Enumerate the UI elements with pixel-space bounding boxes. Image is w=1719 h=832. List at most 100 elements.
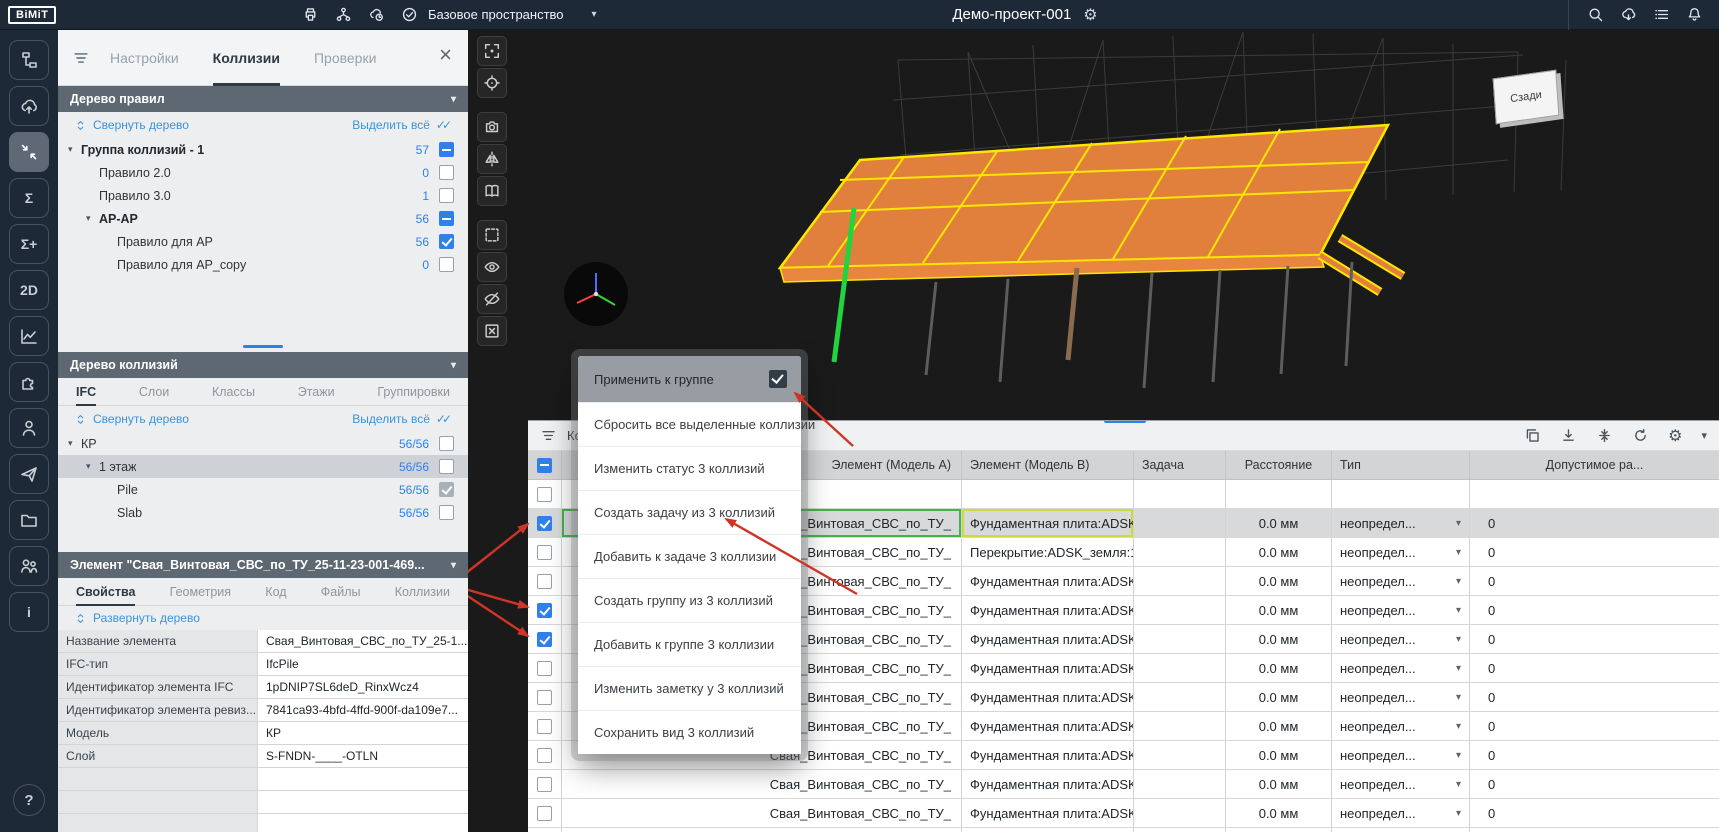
cell-allowed-value[interactable]: 0 [1470, 828, 1719, 832]
cell-task[interactable] [1134, 683, 1226, 711]
collision-tree-tab[interactable]: Этажи [298, 378, 335, 406]
node-checkbox[interactable] [439, 482, 454, 497]
row-checkbox[interactable] [537, 777, 552, 792]
panel-menu-icon[interactable] [72, 49, 90, 67]
row-checkbox[interactable] [537, 632, 552, 647]
region-select-button[interactable] [477, 220, 507, 250]
row-checkbox[interactable] [537, 574, 552, 589]
property-value[interactable] [258, 768, 468, 790]
collision-tree-item[interactable]: ▾ 1 этаж 56/56 [58, 455, 468, 478]
section-resize-handle[interactable] [243, 345, 283, 348]
row-checkbox[interactable] [537, 516, 552, 531]
menu-item[interactable]: Создать задачу из 3 коллизий [578, 490, 801, 534]
collision-tree-item[interactable]: ▾ КР 56/56 [58, 432, 468, 455]
property-value[interactable]: КР [258, 722, 468, 744]
duplicate-button[interactable] [1524, 427, 1541, 444]
row-checkbox[interactable] [537, 545, 552, 560]
search-button[interactable] [1587, 6, 1604, 23]
select-all-checkbox[interactable] [537, 458, 552, 473]
sidebar-item-profile[interactable] [9, 408, 49, 448]
apply-to-group-checkbox[interactable] [769, 370, 787, 388]
rule-tree-item[interactable]: ▾ Правило 2.0 0 [58, 161, 468, 184]
cell-element-b[interactable]: Фундаментная плита:ADSK_ [962, 741, 1134, 769]
project-settings-gear-icon[interactable]: ⚙ [1083, 5, 1097, 25]
rule-tree-item[interactable]: ▾ Правило для АР_copy 0 [58, 253, 468, 276]
row-checkbox[interactable] [537, 690, 552, 705]
cell-type-dropdown[interactable]: неопредел... ▾ [1332, 654, 1470, 682]
row-checkbox[interactable] [537, 603, 552, 618]
section-box-button[interactable] [477, 176, 507, 206]
sidebar-item-charts[interactable] [9, 316, 49, 356]
cell-element-b[interactable]: Фундаментная плита:ADSK_ [962, 509, 1134, 537]
table-row[interactable]: Свая_Винтовая_СВС_по_ТУ_ Фундаментная пл… [528, 770, 1719, 799]
rules-tree-header[interactable]: Дерево правил ▾ [58, 86, 468, 112]
show-elements-button[interactable] [477, 252, 507, 282]
row-checkbox[interactable] [537, 806, 552, 821]
cell-type-dropdown[interactable]: неопредел... ▾ [1332, 625, 1470, 653]
cell-type-dropdown[interactable]: неопредел... ▾ [1332, 828, 1470, 832]
cell-allowed-value[interactable]: 0 [1470, 654, 1719, 682]
property-value[interactable]: 1pDNIP7SL6deD_RinxWcz4 [258, 676, 468, 698]
sidebar-item-share[interactable] [9, 454, 49, 494]
row-checkbox[interactable] [537, 719, 552, 734]
element-tab[interactable]: Код [265, 578, 286, 606]
row-checkbox[interactable] [537, 661, 552, 676]
import-button[interactable] [1560, 427, 1577, 444]
cell-allowed-value[interactable]: 0 [1470, 712, 1719, 740]
menu-item[interactable]: Добавить к задаче 3 коллизии [578, 534, 801, 578]
close-icon[interactable]: × [439, 44, 452, 66]
cell-element-b[interactable]: Фундаментная плита:ADSK_ [962, 567, 1134, 595]
cell-type-dropdown[interactable]: неопредел... ▾ [1332, 712, 1470, 740]
cell-task[interactable] [1134, 712, 1226, 740]
sidebar-item-sums[interactable]: Σ [9, 178, 49, 218]
focus-view-button[interactable] [477, 36, 507, 66]
collision-tree-tab[interactable]: Классы [212, 378, 255, 406]
rule-checkbox[interactable] [439, 142, 454, 157]
list-view-button[interactable] [1653, 6, 1670, 23]
cell-element-a[interactable]: Свая_Винтовая_СВС_по_ТУ_ [562, 770, 962, 798]
menu-item[interactable]: Изменить заметку у 3 коллизий [578, 666, 801, 710]
app-logo[interactable]: BiMiT [8, 6, 56, 24]
sidebar-item-sums-plus[interactable]: Σ+ [9, 224, 49, 264]
menu-item[interactable]: Сохранить вид 3 коллизий [578, 710, 801, 754]
table-row[interactable]: Свая_Винтовая_СВС_по_ТУ_ Фундаментная пл… [528, 799, 1719, 828]
clear-selection-button[interactable] [477, 316, 507, 346]
collision-tree-tab[interactable]: Слои [139, 378, 169, 406]
navigation-cube[interactable]: Сзади [1493, 70, 1560, 125]
cell-task[interactable] [1134, 654, 1226, 682]
node-checkbox[interactable] [439, 436, 454, 451]
node-checkbox[interactable] [439, 505, 454, 520]
collision-tree-header[interactable]: Дерево коллизий ▾ [58, 352, 468, 378]
panel-resize-handle[interactable] [1104, 420, 1146, 423]
expand-tree-link[interactable]: Развернуть дерево [74, 611, 200, 625]
cloud-download-button[interactable] [1620, 6, 1637, 23]
column-header-type[interactable]: Тип [1332, 451, 1470, 479]
cell-allowed-value[interactable]: 0 [1470, 567, 1719, 595]
cell-task[interactable] [1134, 741, 1226, 769]
property-value[interactable]: S-FNDN-____-OTLN [258, 745, 468, 767]
cell-element-b[interactable] [962, 480, 1134, 508]
panel-tab[interactable]: Настройки [110, 30, 179, 86]
cell-allowed-value[interactable] [1470, 480, 1719, 508]
sync-history-button[interactable] [368, 6, 385, 23]
cell-allowed-value[interactable]: 0 [1470, 509, 1719, 537]
apply-to-group-toggle[interactable]: Применить к группе [578, 356, 801, 402]
property-value[interactable] [258, 814, 468, 832]
rule-tree-item[interactable]: ▾ АР-АР 56 [58, 207, 468, 230]
panel-tab[interactable]: Коллизии [213, 30, 280, 86]
select-all-link[interactable]: Выделить всё ✓✓ [352, 412, 452, 426]
table-menu-icon[interactable] [540, 427, 557, 444]
cell-task[interactable] [1134, 625, 1226, 653]
rule-checkbox[interactable] [439, 188, 454, 203]
help-button[interactable]: ? [13, 784, 45, 816]
hide-elements-button[interactable] [477, 284, 507, 314]
element-tab[interactable]: Свойства [76, 578, 135, 606]
cell-type-dropdown[interactable]: ▾ [1332, 480, 1470, 508]
refresh-button[interactable] [1632, 427, 1649, 444]
cell-allowed-value[interactable]: 0 [1470, 625, 1719, 653]
cell-task[interactable] [1134, 538, 1226, 566]
cell-task[interactable] [1134, 770, 1226, 798]
section-plane-button[interactable] [477, 144, 507, 174]
cell-element-b[interactable]: Перекрытие:ADSK_земля:10... [962, 538, 1134, 566]
select-all-link[interactable]: Выделить всё ✓✓ [352, 118, 452, 132]
